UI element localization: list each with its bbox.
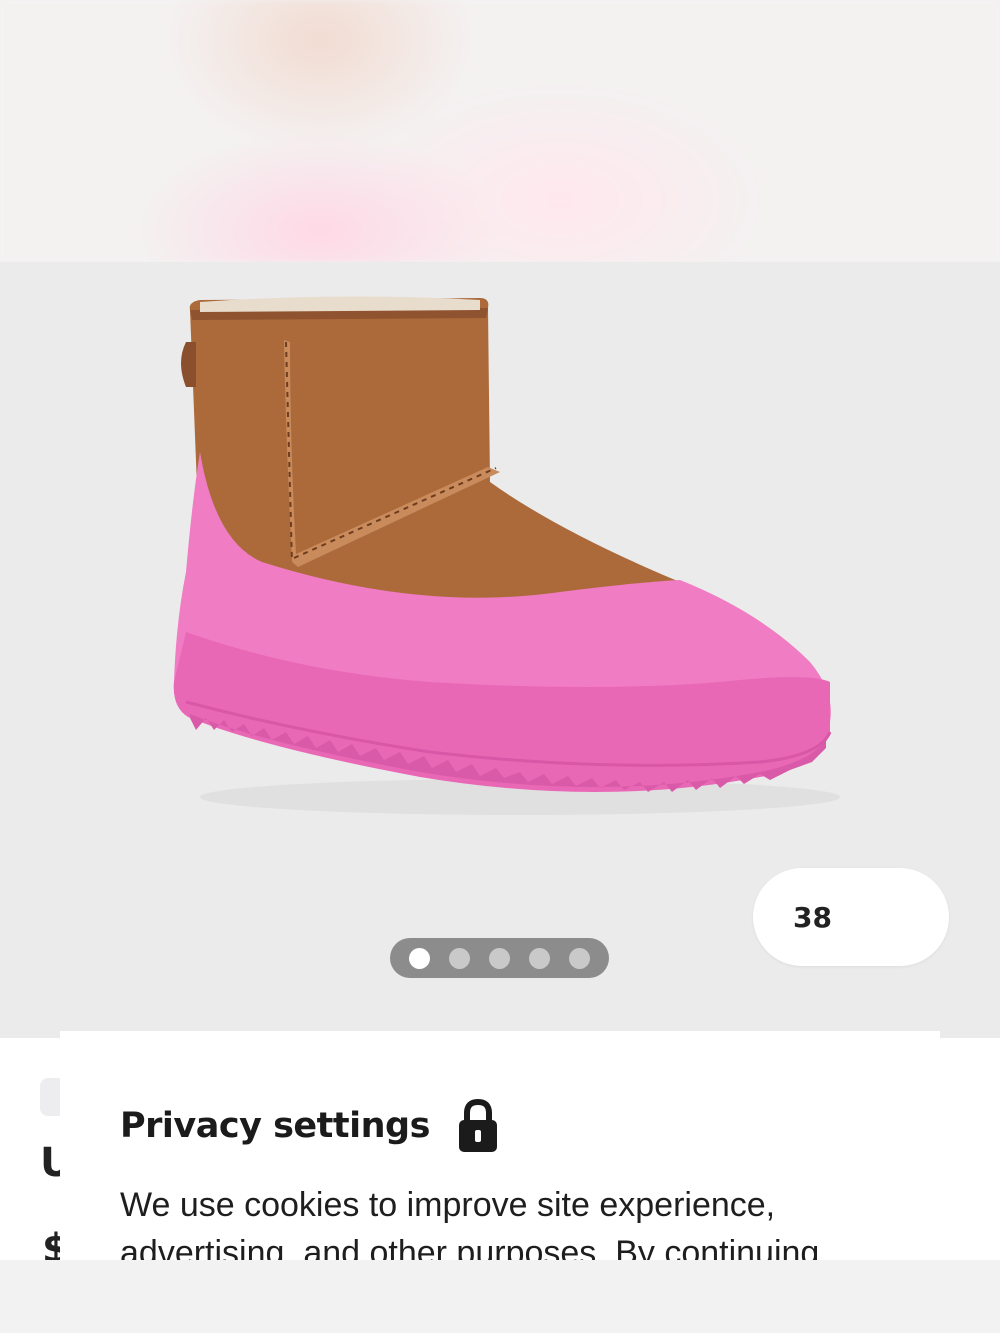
privacy-message-line-1: We use cookies to improve site experienc… xyxy=(120,1186,776,1224)
pagination-dot-1[interactable] xyxy=(409,947,430,969)
pagination-dot-4[interactable] xyxy=(529,947,550,969)
privacy-header: Privacy settings xyxy=(120,1099,498,1153)
pagination-dot-2[interactable] xyxy=(449,947,470,969)
pagination-dot-3[interactable] xyxy=(489,947,510,969)
privacy-title: Privacy settings xyxy=(120,1106,430,1146)
privacy-settings-dialog: Privacy settings We use cookies to impro… xyxy=(60,1031,940,1261)
image-pagination[interactable] xyxy=(390,938,609,978)
privacy-message-line-2: advertising, and other purposes. By cont… xyxy=(120,1234,820,1261)
lock-icon xyxy=(458,1099,497,1152)
pagination-dot-5[interactable] xyxy=(569,947,590,969)
privacy-message: We use cookies to improve site experienc… xyxy=(120,1181,900,1261)
blurred-header-image xyxy=(0,0,1000,262)
product-image-gallery[interactable]: 38 xyxy=(0,262,1000,1038)
bottom-browser-bar xyxy=(0,1260,1000,1333)
size-badge[interactable]: 38 xyxy=(753,868,949,966)
